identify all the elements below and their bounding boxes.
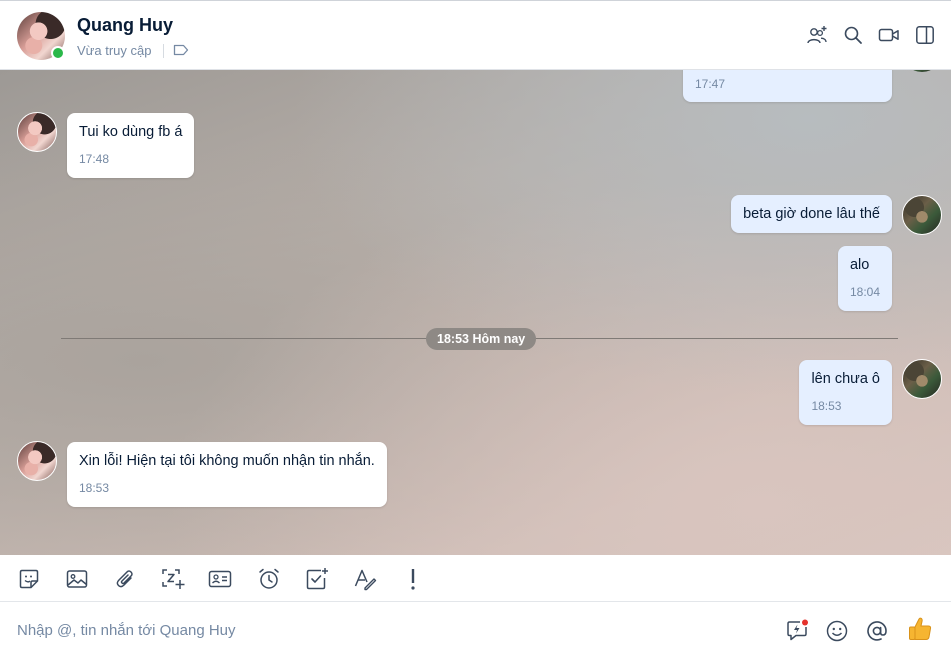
thumbs-up-icon[interactable] (905, 614, 935, 644)
toggle-panel-icon[interactable] (913, 22, 937, 48)
composer-toolbar (0, 555, 951, 602)
date-divider: 18:53 Hôm nay (426, 328, 537, 350)
message-text: Xin lỗi! Hiện tại tôi không muốn nhận ti… (79, 453, 375, 469)
add-member-icon[interactable] (805, 22, 829, 48)
image-icon[interactable] (64, 566, 90, 592)
message-time: 18:53 (811, 399, 842, 413)
reminder-icon[interactable] (256, 566, 282, 592)
contact-card-icon[interactable] (207, 566, 233, 592)
message-bubble-outgoing[interactable]: lên chưa ô 18:53 (799, 360, 892, 425)
attachment-icon[interactable] (112, 566, 138, 592)
search-icon[interactable] (841, 22, 865, 48)
message-bubble-outgoing[interactable]: 17:47 (683, 70, 892, 102)
urgent-icon[interactable] (400, 566, 426, 592)
contact-avatar-small[interactable] (17, 112, 57, 152)
chat-header: Quang Huy Vừa truy cập (0, 0, 951, 70)
online-status-dot (51, 46, 65, 60)
message-time: 18:04 (849, 285, 880, 299)
message-bubble-outgoing[interactable]: alo 18:04 (837, 246, 892, 311)
sticker-icon[interactable] (16, 566, 42, 592)
todo-icon[interactable] (304, 566, 330, 592)
quick-message-icon[interactable] (784, 618, 810, 644)
message-text: lên chưa ô (811, 371, 880, 387)
message-bubble-incoming[interactable]: Xin lỗi! Hiện tại tôi không muốn nhận ti… (67, 442, 387, 507)
message-input[interactable] (0, 602, 770, 658)
message-time: 17:47 (695, 77, 726, 91)
mention-icon[interactable] (864, 618, 890, 644)
composer (0, 602, 951, 658)
my-avatar[interactable] (902, 359, 942, 399)
my-avatar[interactable] (902, 195, 942, 235)
message-text: alo (849, 257, 870, 273)
message-time: 17:48 (79, 152, 110, 166)
tag-icon[interactable] (173, 43, 189, 62)
header-actions (805, 22, 937, 48)
contact-name[interactable]: Quang Huy (77, 15, 173, 36)
message-text: beta giờ done lâu thế (743, 206, 880, 222)
contact-status: Vừa truy cập (77, 43, 152, 58)
header-separator (163, 44, 164, 58)
screenshot-icon[interactable] (160, 566, 186, 592)
contact-avatar-small[interactable] (17, 441, 57, 481)
format-text-icon[interactable] (352, 566, 378, 592)
video-call-icon[interactable] (877, 22, 901, 48)
my-avatar[interactable] (902, 70, 942, 72)
emoji-icon[interactable] (824, 618, 850, 644)
message-list[interactable]: 17:47 Tui ko dùng fb á 17:48 beta giờ do… (0, 70, 951, 555)
message-bubble-outgoing[interactable]: beta giờ done lâu thế (731, 195, 892, 233)
message-time: 18:53 (79, 481, 110, 495)
message-text: Tui ko dùng fb á (79, 124, 183, 140)
message-bubble-incoming[interactable]: Tui ko dùng fb á 17:48 (67, 113, 195, 178)
